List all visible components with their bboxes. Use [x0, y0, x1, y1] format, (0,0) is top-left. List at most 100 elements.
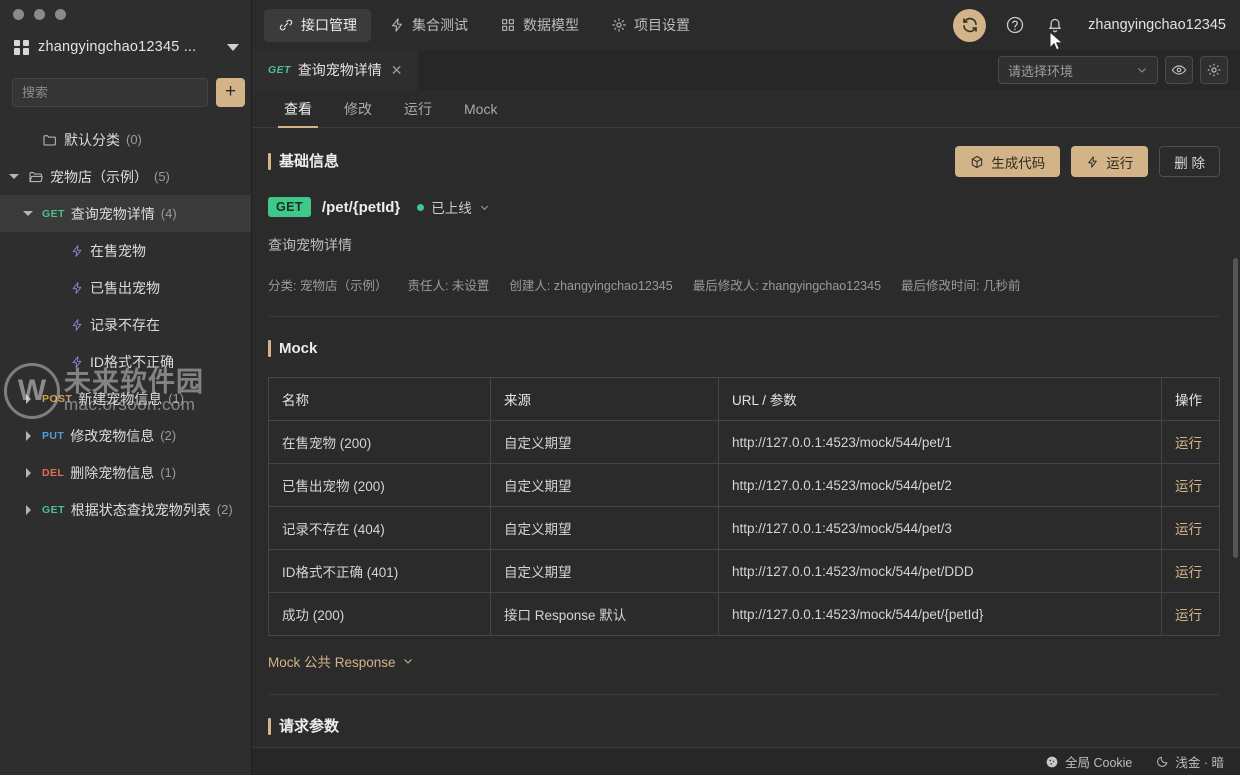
vertical-scrollbar[interactable]	[1233, 258, 1238, 558]
global-cookie-label: 全局 Cookie	[1065, 756, 1133, 770]
question-circle-icon[interactable]	[1004, 14, 1026, 36]
moon-icon	[1157, 756, 1168, 767]
environment-settings-button[interactable]	[1200, 56, 1228, 84]
mock-row-source: 自定义期望	[490, 420, 719, 464]
workspace-selector[interactable]: zhangyingchao12345 ...	[0, 28, 251, 66]
sidebar-search-row: +	[0, 66, 251, 117]
chevron-down-icon	[1138, 68, 1146, 73]
run-button[interactable]: 运行	[1071, 146, 1149, 177]
mock-public-response-label: Mock 公共 Response	[268, 655, 396, 670]
tree-twisty[interactable]	[20, 504, 36, 515]
mock-row-name: ID格式不正确 (401)	[268, 549, 491, 593]
document-tab-method: GET	[268, 64, 291, 76]
theme-switcher[interactable]: 浅金 · 暗	[1156, 752, 1224, 771]
environment-select[interactable]: 请选择环境	[998, 56, 1158, 84]
close-icon[interactable]: ✕	[389, 63, 405, 77]
mock-column-header-2: 来源	[490, 377, 719, 421]
subtab-1[interactable]: 查看	[268, 90, 328, 128]
tree-item-4[interactable]: 在售宠物	[0, 232, 251, 269]
mock-row-run-link[interactable]: 运行	[1161, 549, 1220, 593]
window-maximize-button[interactable]	[55, 8, 66, 20]
tree-item-3[interactable]: GET 查询宠物详情 (4)	[0, 195, 251, 232]
window-close-button[interactable]	[13, 8, 24, 20]
mock-row-source: 自定义期望	[490, 549, 719, 593]
user-menu[interactable]: zhangyingchao12345	[1088, 17, 1226, 33]
mock-public-response-toggle[interactable]: Mock 公共 Response	[268, 651, 414, 671]
mock-row-source: 自定义期望	[490, 506, 719, 550]
mock-row-url: http://127.0.0.1:4523/mock/544/pet/DDD	[718, 549, 1162, 593]
subtab-3[interactable]: 运行	[388, 90, 448, 127]
document-tab[interactable]: GET 查询宠物详情 ✕	[252, 50, 418, 90]
tree-item-11[interactable]: GET 根据状态查找宠物列表 (2)	[0, 491, 251, 528]
tree-twisty[interactable]	[20, 430, 36, 441]
environment-preview-button[interactable]	[1165, 56, 1193, 84]
refresh-icon[interactable]	[953, 8, 987, 42]
tree-item-label: 已售出宠物	[90, 279, 160, 296]
cookie-icon	[1046, 756, 1058, 767]
mock-row-url: http://127.0.0.1:4523/mock/544/pet/2	[718, 463, 1162, 507]
folder-open-icon	[29, 171, 43, 182]
tree-item-6[interactable]: 记录不存在	[0, 306, 251, 343]
detail-subtabs: 查看 修改 运行 Mock	[252, 90, 1240, 128]
bolt-icon	[389, 17, 405, 33]
meta-item-1: 分类: 宠物店（示例）	[268, 279, 388, 293]
gear-icon	[611, 17, 627, 33]
endpoint-meta: 分类: 宠物店（示例） 责任人: 未设置 创建人: zhangyingchao123…	[268, 275, 1220, 294]
mock-row-source: 接口 Response 默认	[490, 592, 719, 636]
detail-content: 基础信息 生成代码 运行 删 除 GET /pet/{petId} 已上线 查询…	[252, 128, 1240, 775]
tree-item-10[interactable]: DEL 删除宠物信息 (1)	[0, 454, 251, 491]
detail-scroll-area[interactable]: 基础信息 生成代码 运行 删 除 GET /pet/{petId} 已上线 查询…	[252, 128, 1240, 775]
subtab-2[interactable]: 修改	[328, 90, 388, 127]
window-minimize-button[interactable]	[34, 8, 45, 20]
section-title-request-params: 请求参数	[268, 717, 1220, 737]
endpoint-row: GET /pet/{petId} 已上线	[268, 197, 1220, 217]
mock-table-row: 在售宠物 (200) 自定义期望 http://127.0.0.1:4523/moc…	[268, 420, 1220, 464]
global-cookie-button[interactable]: 全局 Cookie	[1045, 752, 1132, 771]
nav-item-3[interactable]: 数据模型	[486, 9, 593, 42]
tree-item-method: PUT	[42, 429, 65, 442]
mock-row-run-link[interactable]: 运行	[1161, 506, 1220, 550]
tree-item-label: 根据状态查找宠物列表	[70, 501, 211, 518]
tree-twisty[interactable]	[20, 467, 36, 478]
subtab-4[interactable]: Mock	[448, 90, 513, 127]
tree-item-count: (4)	[160, 206, 177, 221]
bell-icon[interactable]	[1044, 14, 1066, 36]
nav-item-4[interactable]: 项目设置	[597, 9, 704, 42]
mock-row-run-link[interactable]: 运行	[1161, 463, 1220, 507]
tree-item-label: 修改宠物信息	[70, 427, 155, 444]
tree-item-1[interactable]: 默认分类 (0)	[0, 121, 251, 158]
endpoint-path: /pet/{petId}	[321, 198, 401, 216]
tree-item-method: DEL	[42, 466, 65, 479]
tree-twisty[interactable]	[20, 393, 36, 404]
section-title-basic-info: 基础信息	[268, 152, 339, 172]
mock-row-name: 记录不存在 (404)	[268, 506, 491, 550]
delete-button[interactable]: 删 除	[1159, 146, 1220, 177]
tree-item-7[interactable]: ID格式不正确	[0, 343, 251, 380]
tree-item-label: 宠物店（示例）	[50, 168, 148, 185]
tree-twisty[interactable]	[6, 174, 22, 179]
meta-item-5: 最后修改时间: 几秒前	[901, 279, 1021, 293]
add-button[interactable]: +	[216, 78, 245, 107]
generate-code-button[interactable]: 生成代码	[955, 146, 1061, 177]
grid-icon	[14, 39, 29, 55]
mock-column-header-4: 操作	[1161, 377, 1220, 421]
mock-table-row: 已售出宠物 (200) 自定义期望 http://127.0.0.1:4523/mo…	[268, 463, 1220, 507]
search-input[interactable]	[12, 78, 208, 107]
workspace-name: zhangyingchao12345 ...	[38, 39, 197, 55]
tree-item-9[interactable]: PUT 修改宠物信息 (2)	[0, 417, 251, 454]
chevron-down-icon	[227, 43, 239, 51]
mock-row-run-link[interactable]: 运行	[1161, 420, 1220, 464]
tree-twisty[interactable]	[20, 211, 36, 216]
tree-item-5[interactable]: 已售出宠物	[0, 269, 251, 306]
nav-item-2[interactable]: 集合测试	[375, 9, 482, 42]
basic-info-header: 基础信息 生成代码 运行 删 除	[268, 146, 1220, 177]
tree-item-8[interactable]: POST 新建宠物信息 (1)	[0, 380, 251, 417]
mock-column-header-3: URL / 参数	[718, 377, 1162, 421]
status-badge[interactable]: 已上线	[417, 197, 490, 217]
mock-row-run-link[interactable]: 运行	[1161, 592, 1220, 636]
tree-item-2[interactable]: 宠物店（示例） (5)	[0, 158, 251, 195]
bolt-icon	[1088, 155, 1098, 168]
nav-item-1[interactable]: 接口管理	[264, 8, 371, 42]
nav-item-label: 集合测试	[412, 17, 468, 33]
model-icon	[500, 17, 516, 33]
